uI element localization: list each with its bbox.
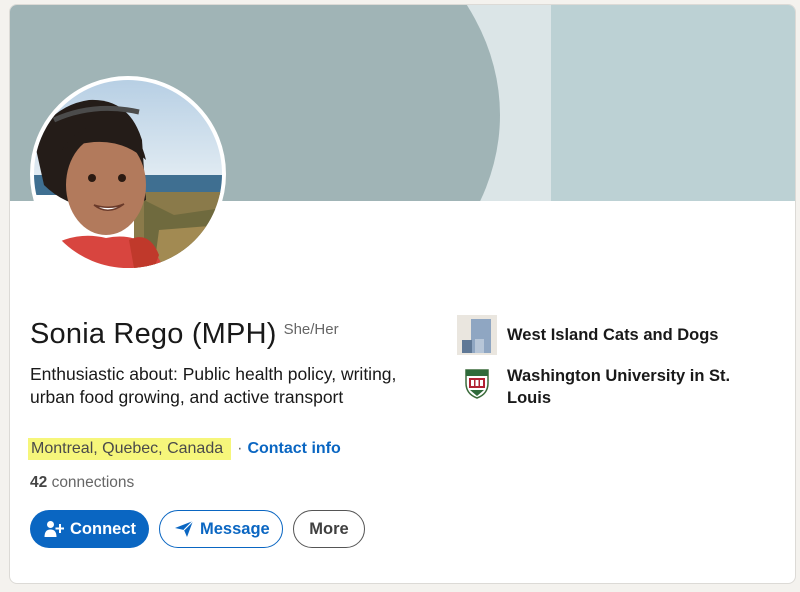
connect-button[interactable]: Connect: [30, 510, 149, 548]
name-row: Sonia Rego (MPH) She/Her: [30, 318, 339, 351]
add-person-icon: [44, 520, 64, 538]
company-logo-icon: [457, 315, 497, 355]
connect-label: Connect: [70, 519, 136, 538]
sidebar-item-education[interactable]: Washington University in St. Louis: [457, 363, 757, 409]
connections-number: 42: [30, 474, 48, 491]
company-name: West Island Cats and Dogs: [507, 326, 719, 344]
more-button[interactable]: More: [293, 510, 365, 548]
university-name: Washington University in St. Louis: [507, 367, 731, 407]
message-label: Message: [200, 519, 270, 538]
profile-pronouns: She/Her: [283, 321, 339, 338]
location-row: Montreal, Quebec, Canada · Contact info: [28, 438, 341, 460]
profile-avatar[interactable]: [30, 76, 226, 272]
profile-actions: Connect Message More: [30, 510, 365, 548]
separator-dot: ·: [237, 440, 243, 457]
connections-count[interactable]: 42 connections: [30, 474, 134, 492]
banner-right-block: [551, 5, 795, 201]
send-icon: [174, 520, 194, 538]
experience-education-list: West Island Cats and Dogs Washington Uni…: [457, 315, 757, 417]
profile-name: Sonia Rego (MPH): [30, 318, 277, 350]
university-crest-icon: [457, 363, 497, 403]
contact-info-link[interactable]: Contact info: [247, 440, 340, 458]
sidebar-item-company[interactable]: West Island Cats and Dogs: [457, 315, 757, 355]
message-button[interactable]: Message: [159, 510, 283, 548]
profile-location: Montreal, Quebec, Canada: [28, 438, 232, 460]
connections-label: connections: [51, 474, 135, 491]
profile-headline: Enthusiastic about: Public health policy…: [30, 364, 397, 407]
more-label: More: [309, 519, 349, 538]
